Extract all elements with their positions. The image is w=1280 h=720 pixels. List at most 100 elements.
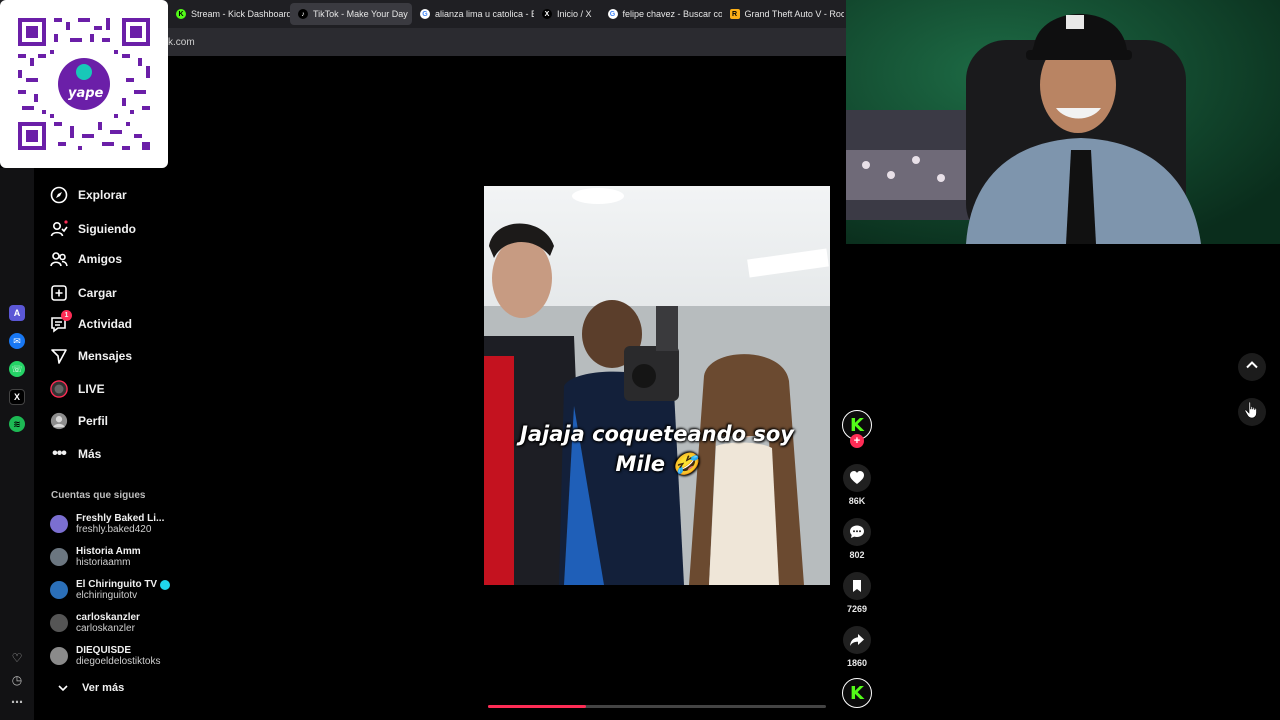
sidebar-item-amigos[interactable]: Amigos (50, 247, 122, 271)
account-handle: freshly.baked420 (76, 524, 152, 535)
tab-title: TikTok - Make Your Day (313, 9, 408, 19)
video-player[interactable]: Jajaja coqueteando soy Mile 🤣 (484, 186, 830, 585)
video-progress-fill (488, 705, 587, 708)
sidebar-item-mas[interactable]: ••• Más (50, 442, 101, 466)
followed-account[interactable]: Freshly Baked Li... freshly.baked420 (50, 510, 164, 538)
video-caption-line1: Jajaja coqueteando soy (520, 422, 794, 446)
more-dots-icon[interactable]: ⋯ (9, 694, 25, 710)
sidebar-item-live[interactable]: LIVE (50, 377, 105, 401)
arc-app-icon[interactable]: A (9, 305, 25, 321)
sidebar-item-cargar[interactable]: Cargar (50, 281, 117, 305)
x-icon: X (542, 9, 552, 19)
sound-avatar-button[interactable]: K (842, 678, 872, 708)
share-icon[interactable] (843, 626, 871, 654)
sidebar-item-label: Mensajes (78, 349, 133, 363)
followed-account[interactable]: DIEQUISDE diegoeldelostiktoks (50, 642, 161, 670)
tab-title: felipe chavez - Buscar con (622, 9, 722, 19)
activity-badge: 1 (61, 310, 72, 321)
webcam-image (846, 0, 1280, 244)
bookmark-icon[interactable] (843, 572, 871, 600)
tab-google-search-alianza[interactable]: G alianza lima u catolica - B (412, 3, 534, 25)
kick-icon: K (176, 9, 186, 19)
history-icon[interactable]: ◷ (9, 672, 25, 688)
avatar (50, 647, 68, 665)
google-icon: G (420, 9, 430, 19)
followed-account[interactable]: carloskanzler carloskanzler (50, 609, 140, 637)
avatar (50, 614, 68, 632)
kick-avatar-icon: K (842, 678, 872, 708)
google-icon: G (607, 9, 618, 19)
video-frame-image (484, 186, 830, 585)
tab-title: alianza lima u catolica - B (435, 9, 534, 19)
sidebar-item-label: LIVE (78, 382, 105, 396)
yape-qr-code: yape (0, 0, 168, 168)
activity-icon: 1 (50, 310, 72, 333)
hand-cursor-icon (1244, 401, 1260, 424)
chevron-down-icon (54, 679, 72, 697)
account-handle: historiaamm (76, 557, 131, 568)
avatar (50, 548, 68, 566)
followed-account[interactable]: Historia Amm historiaamm (50, 543, 141, 571)
tab-x-home[interactable]: X Inicio / X (534, 3, 600, 25)
sidebar-item-actividad[interactable]: 1 Actividad (50, 310, 132, 336)
qr-code-icon (14, 14, 154, 154)
tiktok-sidebar: Explorar Siguiendo Amigos Cargar 1 Activ… (34, 168, 180, 720)
tab-title: Inicio / X (557, 9, 592, 19)
video-caption-line2: Mile 🤣 (615, 452, 699, 476)
account-name: El Chiringuito TV (76, 579, 158, 590)
messages-icon (50, 347, 68, 365)
yape-logo-text: yape (68, 86, 104, 101)
following-accounts-title: Cuentas que sigues (51, 490, 146, 501)
more-icon: ••• (52, 445, 67, 462)
tiktok-icon: ♪ (298, 9, 308, 19)
like-action[interactable]: 86K (842, 464, 872, 506)
sidebar-item-perfil[interactable]: Perfil (50, 409, 108, 433)
tab-kick-dashboard[interactable]: K Stream - Kick Dashboard (168, 3, 290, 25)
comment-count: 802 (849, 550, 865, 560)
account-handle: elchiringuitotv (76, 590, 138, 601)
account-handle: carloskanzler (76, 623, 135, 634)
video-progress-bar[interactable] (488, 705, 826, 708)
comment-action[interactable]: 802 (842, 518, 872, 560)
next-video-button[interactable] (1238, 398, 1266, 426)
live-icon (50, 380, 68, 398)
account-name-row: El Chiringuito TV (76, 579, 171, 590)
profile-icon (50, 412, 68, 430)
comment-icon[interactable] (843, 518, 871, 546)
heart-icon[interactable] (843, 464, 871, 492)
sidebar-item-explorar[interactable]: Explorar (50, 183, 127, 207)
sidebar-item-label: Siguiendo (78, 222, 136, 236)
account-name: Historia Amm (76, 546, 141, 557)
sidebar-item-mensajes[interactable]: Mensajes (50, 344, 132, 368)
previous-video-button[interactable] (1238, 353, 1266, 381)
creator-avatar-button[interactable]: K + (842, 410, 872, 448)
heart-icon[interactable]: ♡ (9, 650, 25, 666)
whatsapp-icon[interactable]: ☏ (9, 361, 25, 377)
sidebar-item-label: Más (78, 447, 102, 461)
followed-account[interactable]: El Chiringuito TV elchiringuitotv (50, 576, 171, 604)
sidebar-item-label: Perfil (78, 414, 109, 428)
x-app-icon[interactable]: X (9, 389, 25, 405)
tab-title: Grand Theft Auto V - Rock (744, 9, 844, 19)
spotify-icon[interactable]: ≋ (9, 416, 25, 432)
tab-google-search-felipe[interactable]: G felipe chavez - Buscar con (600, 3, 722, 25)
tab-tiktok[interactable]: ♪ TikTok - Make Your Day (290, 3, 412, 25)
like-count: 86K (848, 496, 866, 506)
sidebar-item-label: Amigos (78, 252, 123, 266)
see-more-accounts-button[interactable]: Ver más (54, 676, 124, 700)
sidebar-item-label: Explorar (78, 188, 127, 202)
account-handle: diegoeldelostiktoks (76, 656, 161, 667)
messenger-icon[interactable]: ✉ (9, 333, 25, 349)
save-action[interactable]: 7269 (842, 572, 872, 614)
rockstar-icon: R (729, 9, 740, 19)
share-count: 1860 (846, 658, 868, 668)
friends-icon (50, 250, 68, 268)
streamer-webcam (846, 0, 1280, 244)
follow-plus-icon[interactable]: + (850, 434, 864, 448)
save-count: 7269 (846, 604, 868, 614)
avatar (50, 515, 68, 533)
tab-gta-rockstar[interactable]: R Grand Theft Auto V - Rock (722, 3, 844, 25)
account-name: DIEQUISDE (76, 645, 132, 656)
sidebar-item-siguiendo[interactable]: Siguiendo (50, 217, 136, 241)
share-action[interactable]: 1860 (842, 626, 872, 668)
